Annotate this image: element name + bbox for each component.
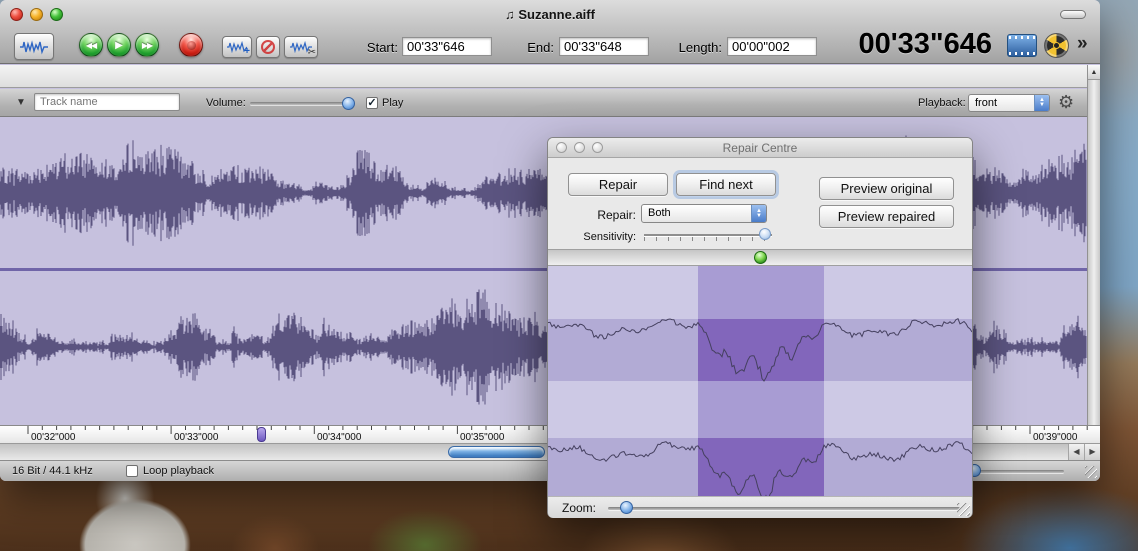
sensitivity-slider[interactable] [644, 228, 776, 244]
loop-playback-label: Loop playback [143, 465, 214, 477]
check-icon: ✓ [367, 97, 376, 109]
sensitivity-slider-ticks [644, 237, 772, 241]
timeline-label: 00'34"000 [317, 432, 361, 443]
end-label: End: [518, 40, 554, 55]
timeline-label: 00'32"000 [31, 432, 75, 443]
music-note-icon: ♫ [505, 7, 515, 22]
window-title: ♫ Suzanne.aiff [0, 7, 1100, 22]
volume-slider-track[interactable] [250, 102, 350, 105]
play-checkbox[interactable]: ✓ [366, 97, 378, 109]
vertical-scrollbar[interactable]: ▲ [1087, 65, 1100, 425]
repair-waveform-view[interactable] [548, 266, 972, 496]
forbid-button[interactable] [256, 36, 280, 58]
position-track[interactable] [548, 249, 972, 266]
rewind-button[interactable]: ◀◀ [79, 33, 103, 57]
sensitivity-label: Sensitivity: [548, 231, 636, 243]
waveform-icon [20, 39, 48, 55]
record-button[interactable] [179, 33, 203, 57]
position-indicator[interactable] [754, 251, 767, 264]
preview-repaired-button[interactable]: Preview repaired [819, 205, 954, 228]
playhead-marker[interactable] [257, 427, 266, 442]
track-header: ▼ Volume: ✓ Play Playback: front ▲▼ ⚙ [0, 89, 1100, 117]
dialog-zoom-slider-thumb[interactable] [620, 501, 633, 514]
movie-icon[interactable] [1007, 34, 1037, 57]
scroll-up-icon: ▲ [1091, 69, 1098, 76]
preview-original-button[interactable]: Preview original [819, 177, 954, 200]
volume-slider-thumb[interactable] [342, 97, 355, 110]
filmstrip-holes [1009, 36, 1035, 39]
waveform-tool-button[interactable] [14, 33, 54, 60]
popup-arrows-icon: ▲▼ [751, 205, 766, 222]
repair-button[interactable]: Repair [568, 173, 668, 196]
no-entry-icon [261, 40, 275, 54]
track-name-input[interactable] [34, 93, 180, 111]
audio-format-text: 16 Bit / 44.1 kHz [12, 465, 93, 477]
toolbar-toggle-button[interactable] [1060, 10, 1086, 19]
plus-badge-icon: + [244, 47, 250, 57]
sensitivity-slider-thumb[interactable] [759, 228, 771, 240]
dialog-title: Repair Centre [723, 141, 798, 155]
dialog-zoom-slider-track[interactable] [608, 507, 960, 510]
playback-popup[interactable]: front ▲▼ [968, 94, 1050, 112]
playback-label: Playback: [918, 97, 966, 109]
scroll-right-button[interactable]: ▶ [1084, 444, 1100, 460]
play-label: Play [382, 97, 403, 109]
play-button[interactable]: ▶ [107, 33, 131, 57]
scroll-left-button[interactable]: ◀ [1068, 444, 1084, 460]
play-icon: ▶ [115, 40, 123, 51]
window-title-text: Suzanne.aiff [518, 7, 595, 22]
repair-mode-value: Both [642, 205, 751, 222]
trim-selection-button[interactable]: ✂ [284, 36, 318, 58]
filmstrip-holes [1009, 52, 1035, 55]
zoom-label: Zoom: [562, 501, 602, 515]
sensitivity-slider-track [644, 234, 772, 236]
fast-forward-icon: ▶▶ [142, 41, 152, 50]
dialog-resize-grip[interactable] [957, 503, 970, 516]
dialog-bottom-bar: Zoom: [548, 496, 972, 518]
gear-icon[interactable]: ⚙ [1058, 92, 1074, 113]
timeline-label: 00'35"000 [460, 432, 504, 443]
record-icon [187, 41, 196, 50]
length-field[interactable] [727, 37, 817, 56]
timeline-label: 00'39"000 [1033, 432, 1077, 443]
dialog-close-button[interactable] [556, 142, 567, 153]
loop-playback-checkbox[interactable] [126, 465, 138, 477]
dialog-traffic-lights [556, 142, 603, 153]
repair-waveform [548, 266, 972, 496]
window-resize-grip[interactable] [1085, 466, 1097, 478]
dialog-titlebar[interactable]: Repair Centre [548, 138, 972, 158]
scissors-icon: ✂ [308, 47, 316, 58]
dialog-zoom-button[interactable] [592, 142, 603, 153]
time-display: 00'33"646 [854, 28, 992, 61]
dialog-minimize-button[interactable] [574, 142, 585, 153]
toolbar-overflow-chevron[interactable]: » [1077, 33, 1088, 55]
scroll-right-icon: ▶ [1089, 447, 1095, 456]
insert-marker-button[interactable]: + [222, 36, 252, 58]
scroll-up-button[interactable]: ▲ [1088, 65, 1100, 80]
timeline-label: 00'33"000 [174, 432, 218, 443]
overview-strip [0, 65, 1100, 88]
length-label: Length: [670, 40, 722, 55]
scroll-left-icon: ◀ [1073, 447, 1079, 456]
repair-mode-popup[interactable]: Both ▲▼ [641, 204, 767, 223]
repair-mode-label: Repair: [548, 208, 636, 222]
volume-label: Volume: [206, 97, 246, 109]
start-field[interactable] [402, 37, 492, 56]
horizontal-scroll-thumb[interactable] [448, 446, 545, 458]
fast-forward-button[interactable]: ▶▶ [135, 33, 159, 57]
popup-arrows-icon: ▲▼ [1034, 95, 1049, 111]
burn-core-icon [1053, 42, 1060, 49]
start-label: Start: [356, 40, 398, 55]
disclosure-triangle-icon[interactable]: ▼ [16, 97, 26, 108]
rewind-icon: ◀◀ [86, 41, 96, 50]
playback-popup-value: front [969, 95, 1034, 111]
find-next-button[interactable]: Find next [676, 173, 776, 196]
repair-centre-dialog: Repair Centre Repair Find next Preview o… [547, 137, 973, 518]
end-field[interactable] [559, 37, 649, 56]
burn-icon[interactable] [1044, 33, 1069, 58]
